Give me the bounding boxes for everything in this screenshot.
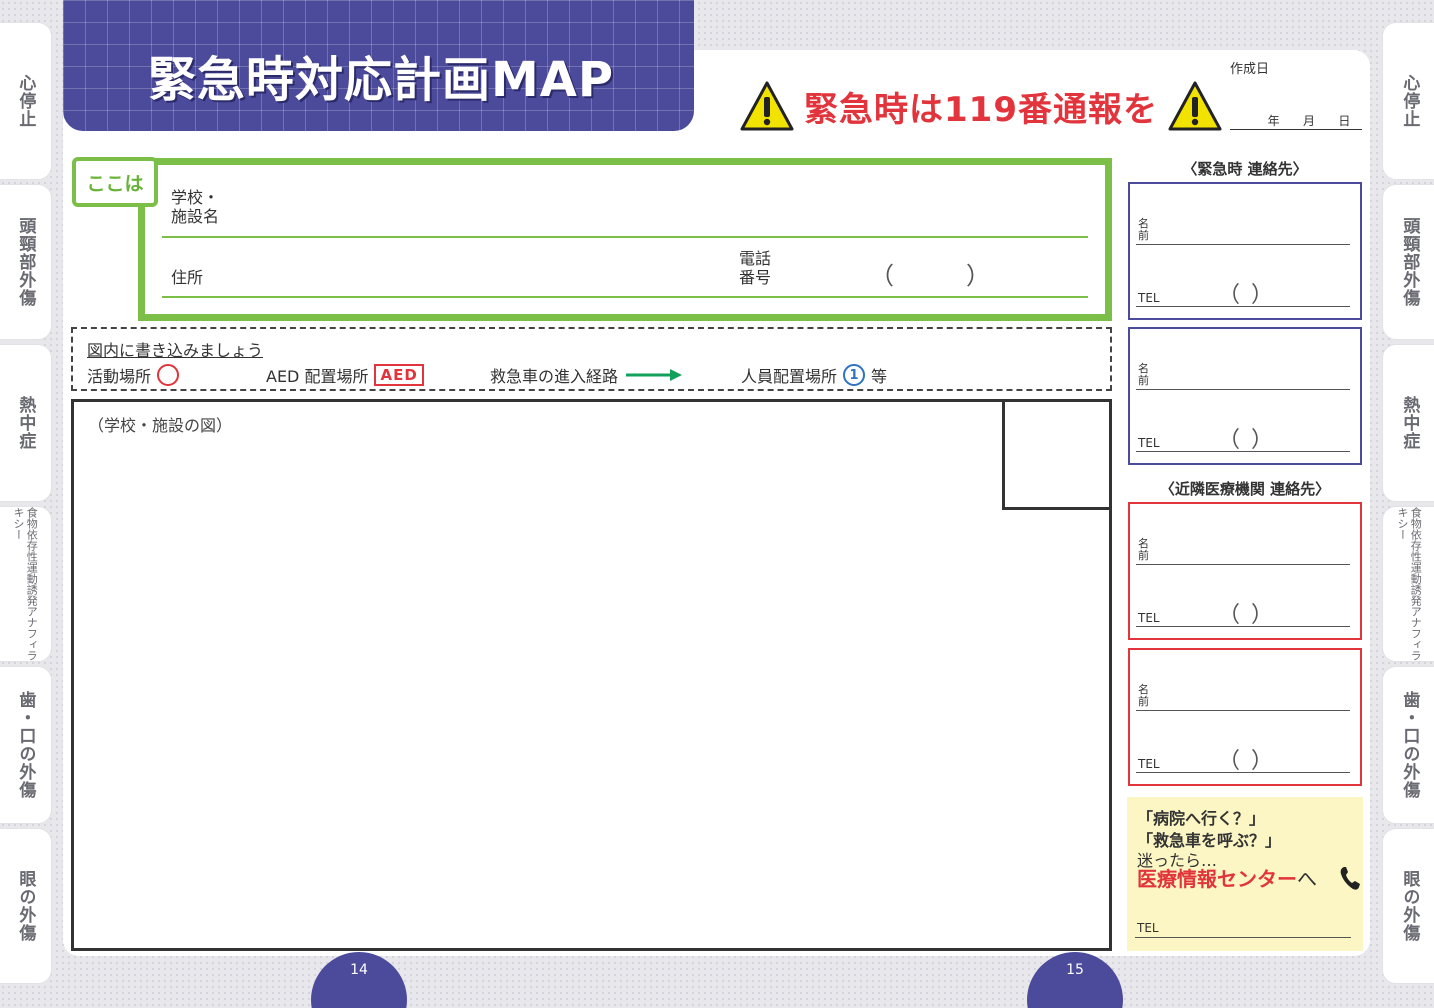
side-tab-cardiac-arrest-right[interactable]: 心停止: [1382, 22, 1434, 180]
tab-label: 心停止: [15, 74, 36, 128]
legend-box: 図内に書き込みましょう 活動場所 AED 配置場所 AED 救急車の進入経路 人…: [71, 327, 1112, 391]
circled-number-icon: 1: [843, 364, 866, 386]
side-tab-cardiac-arrest-left[interactable]: 心停止: [0, 22, 52, 180]
tab-label: 眼の外傷: [1399, 870, 1420, 942]
created-date-field[interactable]: 年 月 日: [1230, 112, 1362, 130]
info-line-hospital: 「病院へ行く？」: [1137, 809, 1266, 828]
warning-text: 緊急時は119番通報を: [804, 89, 1158, 130]
side-tab-dental-left[interactable]: 歯・口の外傷: [0, 666, 52, 824]
side-tab-head-neck-left[interactable]: 頭頸部外傷: [0, 184, 52, 340]
tel-field[interactable]: [1136, 306, 1350, 307]
tel-paren: （ ）: [1218, 428, 1275, 453]
red-circle-icon: [157, 364, 180, 386]
school-name-field[interactable]: [162, 236, 1088, 238]
aed-badge-icon: AED: [374, 364, 424, 386]
side-tab-heatstroke-left[interactable]: 熱中症: [0, 344, 52, 502]
medical-info-center-box: 「病院へ行く？」 「救急車を呼ぶ？」 迷ったら… 医療情報センターへ TEL: [1127, 797, 1363, 951]
side-tab-anaphylaxis-right[interactable]: 食物依存性運動誘発アナフィラキシー: [1382, 506, 1434, 662]
tab-label: 心停止: [1399, 74, 1420, 128]
side-tab-eye-left[interactable]: 眼の外傷: [0, 828, 52, 984]
tab-label: 熱中症: [1399, 396, 1420, 450]
name-label: 名前: [1138, 362, 1149, 387]
tel-field[interactable]: [1136, 451, 1350, 452]
medical-contacts-heading: 〈近隣医療機関 連絡先〉: [1159, 480, 1331, 498]
side-tab-heatstroke-right[interactable]: 熱中症: [1382, 344, 1434, 502]
name-label: 名前: [1138, 537, 1149, 562]
tab-label: 歯・口の外傷: [1399, 691, 1420, 799]
warning-triangle-icon: [1168, 81, 1222, 131]
name-field[interactable]: [1136, 564, 1350, 565]
name-label: 名前: [1138, 683, 1149, 708]
name-field[interactable]: [1136, 710, 1350, 711]
tel-label: TEL: [1138, 611, 1160, 625]
medical-contact-card[interactable]: 名前 TEL （ ）: [1128, 502, 1362, 640]
page-number-right: 15: [1027, 952, 1123, 1008]
tab-label: 食物依存性運動誘発アナフィラキシー: [1396, 507, 1423, 661]
info-center-name: 医療情報センターへ: [1137, 867, 1317, 891]
map-label: （学校・施設の図）: [88, 416, 233, 435]
medical-contact-card[interactable]: 名前 TEL （ ）: [1128, 648, 1362, 786]
name-label: 名前: [1138, 217, 1149, 242]
tel-field[interactable]: [1136, 626, 1350, 627]
tab-label: 熱中症: [15, 396, 36, 450]
tel-paren: （ ）: [1218, 603, 1275, 628]
emergency-contact-card[interactable]: 名前 TEL （ ）: [1128, 182, 1362, 320]
month-unit: 月: [1302, 114, 1315, 128]
tab-label: 食物依存性運動誘発アナフィラキシー: [12, 507, 39, 661]
emergency-warning: 緊急時は119番通報を: [740, 80, 1222, 132]
side-tab-anaphylaxis-left[interactable]: 食物依存性運動誘発アナフィラキシー: [0, 506, 52, 662]
tab-label: 頭頸部外傷: [15, 217, 36, 307]
here-tag: ここは: [72, 157, 158, 207]
name-field[interactable]: [1136, 389, 1350, 390]
created-date-label: 作成日: [1230, 62, 1270, 77]
tel-paren: （ ）: [1218, 283, 1275, 308]
warning-triangle-icon: [740, 81, 794, 131]
green-arrow-icon: [626, 369, 683, 381]
legend-ambulance-route: 救急車の進入経路: [490, 363, 684, 387]
phone-paren-open: （: [870, 262, 894, 290]
tel-paren: （ ）: [1218, 749, 1275, 774]
day-unit: 日: [1338, 114, 1351, 128]
legend-activity: 活動場所: [87, 363, 180, 387]
tel-label: TEL: [1137, 921, 1159, 935]
tab-label: 歯・口の外傷: [15, 691, 36, 799]
phone-icon: [1340, 867, 1360, 890]
tel-label: TEL: [1138, 757, 1160, 771]
side-tab-eye-right[interactable]: 眼の外傷: [1382, 828, 1434, 984]
tab-label: 頭頸部外傷: [1399, 217, 1420, 307]
legend-staff: 人員配置場所 1 等: [741, 363, 887, 387]
map-corner-box[interactable]: [1002, 399, 1112, 510]
side-tab-dental-right[interactable]: 歯・口の外傷: [1382, 666, 1434, 824]
tel-field[interactable]: [1136, 772, 1350, 773]
map-drawing-area[interactable]: （学校・施設の図）: [71, 399, 1112, 951]
tel-label: TEL: [1138, 436, 1160, 450]
tel-label: TEL: [1138, 291, 1160, 305]
side-tab-head-neck-right[interactable]: 頭頸部外傷: [1382, 184, 1434, 340]
page-number-left: 14: [311, 952, 407, 1008]
year-unit: 年: [1267, 114, 1280, 128]
legend-title: 図内に書き込みましょう: [87, 341, 264, 360]
address-phone-field[interactable]: [162, 296, 1088, 298]
tab-label: 眼の外傷: [15, 870, 36, 942]
school-name-label: 学校・ 施設名: [171, 188, 220, 227]
legend-aed: AED 配置場所 AED: [266, 363, 424, 387]
address-label: 住所: [171, 268, 204, 287]
emergency-contact-card[interactable]: 名前 TEL （ ）: [1128, 327, 1362, 465]
page-title: 緊急時対応計画MAP: [148, 52, 615, 108]
phone-label: 電話 番号: [739, 249, 772, 288]
info-center-tel-field[interactable]: [1135, 937, 1351, 938]
phone-paren-close: ）: [966, 262, 990, 290]
emergency-contacts-heading: 〈緊急時 連絡先〉: [1182, 160, 1308, 178]
name-field[interactable]: [1136, 244, 1350, 245]
